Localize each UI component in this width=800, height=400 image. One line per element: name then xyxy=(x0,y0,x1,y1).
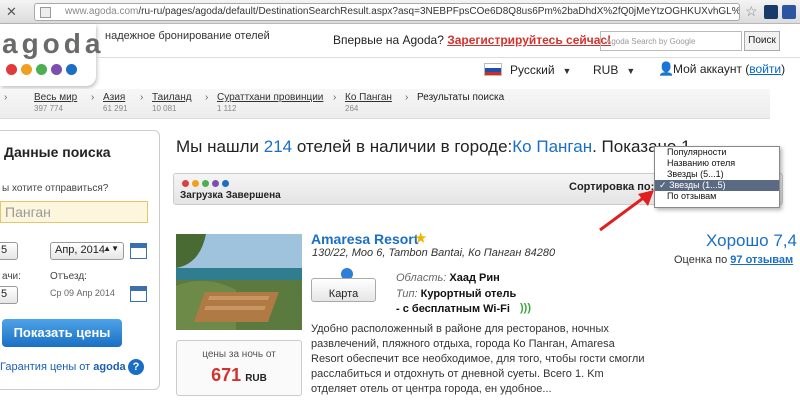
results-summary: Мы нашли 214 отелей в наличии в городе:К… xyxy=(176,137,691,156)
checkmark-icon: ✓ xyxy=(659,180,667,190)
breadcrumb-item[interactable]: › Азия 61 291 xyxy=(91,92,127,113)
search-panel: Данные поиска ы хотите отправиться? Панг… xyxy=(0,130,160,390)
red-arrow-annotation xyxy=(599,190,654,232)
address-bar[interactable]: www.agoda.com/ru-ru/pages/agoda/default/… xyxy=(34,3,740,21)
account-menu[interactable]: Мой аккаунт (войти) xyxy=(673,62,785,76)
star-rating-icon: ★ xyxy=(414,230,428,247)
page-icon xyxy=(40,7,51,18)
checkout-label: Отъезд: xyxy=(50,271,87,282)
logo-dot xyxy=(51,64,62,75)
extension-icon[interactable] xyxy=(764,5,778,19)
checkout-date: Ср 09 Апр 2014 xyxy=(50,288,115,298)
register-link[interactable]: Зарегистрируйтесь сейчас! xyxy=(447,33,611,47)
hotel-type: Тип: Курортный отель xyxy=(396,288,517,300)
sort-option[interactable]: По отзывам xyxy=(655,191,779,202)
breadcrumb-item[interactable]: › Таиланд 10 081 xyxy=(140,92,192,113)
sort-option-selected[interactable]: ✓ Звезды (1...5) xyxy=(655,180,779,191)
logo-text: agoda xyxy=(2,28,105,59)
breadcrumb-current: › Результаты поиска xyxy=(405,92,505,103)
person-icon: 👤 xyxy=(658,61,675,76)
show-prices-button[interactable]: Показать цены xyxy=(2,319,122,347)
hotel-description: Удобно расположенный в районе для рестор… xyxy=(311,323,645,395)
tagline: надежное бронирование отелей xyxy=(105,30,270,42)
sort-dropdown[interactable]: Популярности Названию отеля Звезды (5...… xyxy=(654,146,780,208)
logo[interactable]: agoda xyxy=(0,24,100,86)
currency-selector[interactable]: RUB ▼ xyxy=(593,63,635,77)
breadcrumb: › ›Весь мир397 774 ›Азия61 291 ›Таиланд1… xyxy=(0,89,770,119)
calendar-icon[interactable] xyxy=(130,243,147,259)
wifi-icon: ))) xyxy=(520,302,531,314)
updown-icon: ▲▼ xyxy=(103,244,119,253)
price-label: цены за ночь от xyxy=(202,349,276,360)
sort-option[interactable]: Звезды (5...1) xyxy=(655,169,779,180)
chevron-down-icon: ▼ xyxy=(562,66,572,76)
search-button[interactable]: Поиск xyxy=(744,31,780,51)
hotel-wifi: - с бесплатным Wi-Fi xyxy=(396,303,510,315)
checkin-label: ачи: xyxy=(2,271,21,282)
divider xyxy=(96,57,800,58)
loading-dot xyxy=(212,180,219,187)
hotel-address: 130/22, Moo 6, Tambon Bantai, Ко Панган … xyxy=(312,247,556,259)
load-status: Загрузка Завершена xyxy=(180,190,281,201)
checkin-month-select[interactable]: Апр, 2014 ▲▼ xyxy=(50,242,124,260)
reviews-count: Оценка по 97 отзывам xyxy=(674,254,794,266)
login-link[interactable]: войти xyxy=(749,62,781,76)
sort-option[interactable]: Популярности xyxy=(655,147,779,158)
hotel-area: Область: Хаад Рин xyxy=(396,272,500,284)
price-box: цены за ночь от 671 RUB xyxy=(176,340,302,396)
account-label: Мой аккаунт xyxy=(673,62,742,76)
loading-dot xyxy=(192,180,199,187)
search-panel-title: Данные поиска xyxy=(4,144,111,160)
extension-icon[interactable] xyxy=(782,5,796,19)
rating-score: Хорошо 7,4 xyxy=(706,231,797,250)
chevron-down-icon: ▼ xyxy=(626,66,636,76)
loading-dot xyxy=(202,180,209,187)
logo-dot xyxy=(66,64,77,75)
calendar-icon[interactable] xyxy=(130,286,147,302)
help-icon[interactable]: ? xyxy=(128,359,144,375)
logo-dot xyxy=(21,64,32,75)
destination-input[interactable]: Панган xyxy=(0,201,148,223)
browser-toolbar: ✕ www.agoda.com/ru-ru/pages/agoda/defaul… xyxy=(0,0,800,24)
loading-dots xyxy=(182,180,229,187)
first-time-prompt: Впервые на Agoda? Зарегистрируйтесь сейч… xyxy=(333,33,611,47)
hotel-name-link[interactable]: Amaresa Resort xyxy=(311,231,418,247)
url-path: /ru-ru/pages/agoda/default/DestinationSe… xyxy=(138,6,740,17)
price: 671 RUB xyxy=(211,365,267,385)
hotel-photo[interactable] xyxy=(176,234,302,330)
reviews-link[interactable]: 97 отзывам xyxy=(730,254,793,266)
bookmark-star-icon[interactable]: ☆ xyxy=(745,3,758,20)
logo-dot xyxy=(36,64,47,75)
breadcrumb-item[interactable]: › Сураттхани провинции 1 112 xyxy=(205,92,323,113)
stop-icon[interactable]: ✕ xyxy=(6,4,17,20)
first-time-text: Впервые на Agoda? xyxy=(333,33,444,47)
sort-option[interactable]: Названию отеля xyxy=(655,158,779,169)
breadcrumb-item[interactable]: › Ко Панган 264 xyxy=(333,92,392,113)
logo-dot xyxy=(6,64,17,75)
checkin-day-select[interactable]: 5 xyxy=(0,242,18,260)
map-button[interactable]: Карта xyxy=(311,278,376,302)
search-input[interactable]: Agoda Search by Google xyxy=(600,31,742,51)
russian-flag-icon xyxy=(484,63,502,76)
logo-dots xyxy=(6,64,77,75)
breadcrumb-item[interactable]: › Весь мир 397 774 xyxy=(4,92,77,113)
checkout-day-select[interactable]: 5 xyxy=(0,286,18,304)
url-domain: www.agoda.com xyxy=(65,6,139,17)
loading-dot xyxy=(182,180,189,187)
price-guarantee[interactable]: Гарантия цены от agoda xyxy=(0,361,126,373)
loading-dot xyxy=(222,180,229,187)
destination-label: ы хотите отправиться? xyxy=(2,183,109,194)
language-selector[interactable]: Русский ▼ xyxy=(510,63,571,77)
